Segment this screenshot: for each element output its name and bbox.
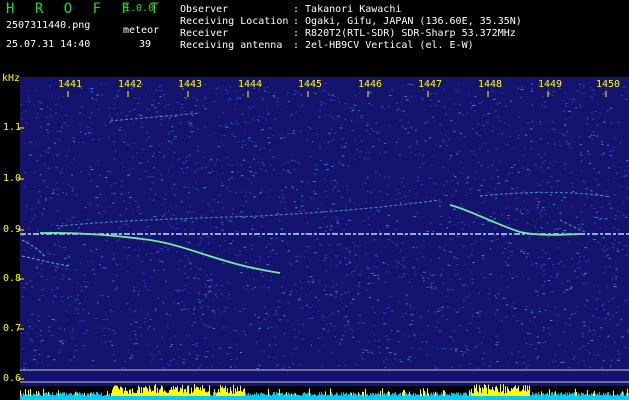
x-tick-label: 1443	[178, 79, 203, 90]
location-value: : Ogaki, Gifu, JAPAN (136.60E, 35.35N)	[293, 16, 522, 27]
antenna-label: Receiving antenna	[180, 40, 283, 51]
y-tick-label: 0.6	[3, 373, 22, 384]
x-tick-label: 1447	[418, 79, 443, 90]
x-tick-label: 1444	[238, 79, 263, 90]
x-tick-label: 1442	[118, 79, 143, 90]
spectrogram	[18, 77, 629, 400]
x-tick-label: 1441	[58, 79, 83, 90]
x-tick-label: 1448	[478, 79, 503, 90]
receiver-label: Receiver	[180, 28, 229, 39]
file-name: 2507311440.png	[6, 20, 91, 31]
x-tick-label: 1445	[298, 79, 323, 90]
hrofft-window: H R O F F T 1.0.0 2507311440.png meteor …	[0, 0, 629, 400]
meteor-count: 39	[139, 39, 152, 50]
app-version: 1.0.0	[124, 3, 155, 14]
observer-label: Observer	[180, 4, 229, 15]
y-tick-label: 0.8	[3, 273, 22, 284]
x-tick-label: 1446	[358, 79, 383, 90]
y-tick-label: 1.1	[3, 122, 22, 133]
x-tick-label: 1449	[538, 79, 563, 90]
meteor-label: meteor	[123, 25, 160, 36]
y-tick-label: 1.0	[3, 173, 22, 184]
x-tick-label: 1450	[596, 79, 621, 90]
observer-value: : Takanori Kawachi	[293, 4, 402, 15]
receiver-value: : R820T2(RTL-SDR) SDR-Sharp 53.372MHz	[293, 28, 516, 39]
location-label: Receiving Location	[180, 16, 289, 27]
y-unit-label: kHz	[2, 73, 21, 84]
timestamp: 25.07.31 14:40	[6, 39, 91, 50]
y-tick-label: 0.9	[3, 224, 22, 235]
antenna-value: : 2el-HB9CV Vertical (el. E-W)	[293, 40, 474, 51]
y-tick-label: 0.7	[3, 323, 22, 334]
